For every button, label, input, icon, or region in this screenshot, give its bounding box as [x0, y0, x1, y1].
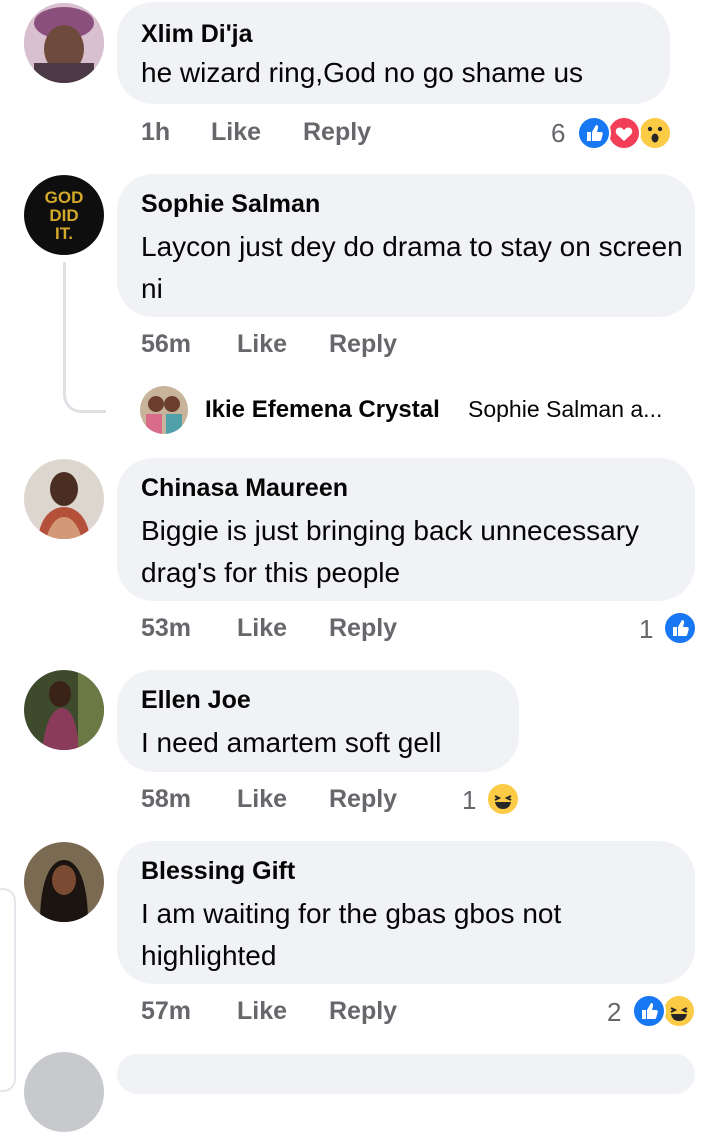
comment-bubble [117, 1054, 695, 1094]
like-button[interactable]: Like [237, 785, 287, 814]
avatar[interactable] [24, 3, 104, 83]
comment-bubble: Xlim Di'ja he wizard ring,God no go sham… [117, 2, 670, 104]
like-icon [577, 116, 611, 150]
edge-panel [0, 888, 16, 1092]
like-button[interactable]: Like [237, 614, 287, 643]
comment-time[interactable]: 53m [141, 614, 191, 643]
comment-author[interactable]: Chinasa Maureen [141, 474, 348, 503]
comment-time[interactable]: 56m [141, 330, 191, 359]
like-button[interactable]: Like [237, 330, 287, 359]
reply-button[interactable]: Reply [303, 118, 371, 147]
reaction-count[interactable]: 1 [462, 785, 476, 816]
haha-icon [662, 994, 696, 1028]
reply-avatar[interactable] [140, 386, 188, 434]
like-button[interactable]: Like [237, 997, 287, 1026]
comment-bubble: Chinasa Maureen Biggie is just bringing … [117, 458, 695, 601]
reaction-count[interactable]: 1 [639, 614, 653, 645]
comment-text: Laycon just dey do drama to stay on scre… [141, 231, 683, 304]
comment-author[interactable]: Sophie Salman [141, 190, 320, 219]
comment-text: Biggie is just bringing back unnecessary… [141, 515, 640, 588]
love-icon [607, 116, 641, 150]
reaction-count[interactable]: 2 [607, 997, 621, 1028]
wow-icon [638, 116, 672, 150]
comment-text: he wizard ring,God no go shame us [141, 57, 584, 88]
reply-button[interactable]: Reply [329, 330, 397, 359]
comment-text: I am waiting for the gbas gbos not highl… [141, 898, 562, 971]
haha-icon [486, 782, 520, 816]
comment-time[interactable]: 1h [141, 118, 170, 147]
comment-author[interactable]: Blessing Gift [141, 857, 295, 886]
avatar[interactable] [24, 670, 104, 750]
comment-time[interactable]: 58m [141, 785, 191, 814]
comment-bubble: Ellen Joe I need amartem soft gell [117, 670, 519, 772]
avatar[interactable] [24, 459, 104, 539]
avatar[interactable]: GOD DID IT. [24, 175, 104, 255]
comment-author[interactable]: Xlim Di'ja [141, 20, 253, 49]
comment-time[interactable]: 57m [141, 997, 191, 1026]
reply-snippet[interactable]: Sophie Salman a... [468, 396, 662, 423]
comment-bubble: Blessing Gift I am waiting for the gbas … [117, 841, 695, 984]
like-button[interactable]: Like [211, 118, 261, 147]
comment-bubble: Sophie Salman Laycon just dey do drama t… [117, 174, 695, 317]
comment-text: I need amartem soft gell [141, 727, 442, 758]
reaction-count[interactable]: 6 [551, 118, 565, 149]
reply-button[interactable]: Reply [329, 785, 397, 814]
reply-button[interactable]: Reply [329, 997, 397, 1026]
avatar[interactable] [24, 1052, 104, 1132]
like-icon [663, 611, 697, 645]
reply-button[interactable]: Reply [329, 614, 397, 643]
like-icon [632, 994, 666, 1028]
reply-author[interactable]: Ikie Efemena Crystal [205, 396, 440, 424]
avatar[interactable] [24, 842, 104, 922]
comment-author[interactable]: Ellen Joe [141, 686, 251, 715]
thread-connector [63, 262, 106, 413]
avatar-text: GOD DID IT. [44, 188, 84, 243]
